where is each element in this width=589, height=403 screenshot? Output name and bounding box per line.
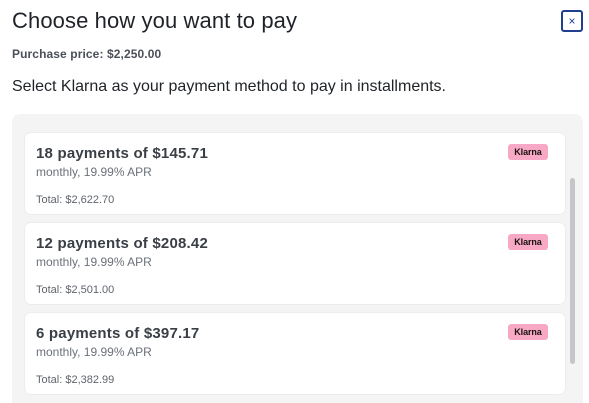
klarna-logo-badge: Klarna xyxy=(508,234,548,250)
options-scrollbar[interactable] xyxy=(568,176,576,366)
installment-option-6[interactable]: 6 payments of $397.17 monthly, 19.99% AP… xyxy=(25,313,565,394)
klarna-logo-badge: Klarna xyxy=(508,324,548,340)
close-button[interactable] xyxy=(561,10,583,32)
option-total: Total: $2,501.00 xyxy=(36,284,115,296)
scrollbar-thumb[interactable] xyxy=(570,178,575,364)
option-terms: monthly, 19.99% APR xyxy=(36,255,152,269)
klarna-logo-badge: Klarna xyxy=(508,144,548,160)
instructions-text: Select Klarna as your payment method to … xyxy=(12,78,446,95)
installment-option-18[interactable]: 18 payments of $145.71 monthly, 19.99% A… xyxy=(25,133,565,214)
option-total: Total: $2,622.70 xyxy=(36,194,115,206)
dialog-title: Choose how you want to pay xyxy=(12,8,298,33)
option-heading: 18 payments of $145.71 xyxy=(36,145,208,162)
installment-options-list: 18 payments of $145.71 monthly, 19.99% A… xyxy=(12,114,583,403)
option-heading: 6 payments of $397.17 xyxy=(36,325,200,342)
purchase-price: Purchase price: $2,250.00 xyxy=(12,47,162,61)
option-terms: monthly, 19.99% APR xyxy=(36,165,152,179)
installment-option-12[interactable]: 12 payments of $208.42 monthly, 19.99% A… xyxy=(25,223,565,304)
option-total: Total: $2,382.99 xyxy=(36,374,115,386)
payment-dialog: Choose how you want to pay Purchase pric… xyxy=(0,0,589,403)
close-x-icon xyxy=(569,18,575,24)
option-heading: 12 payments of $208.42 xyxy=(36,235,208,252)
option-terms: monthly, 19.99% APR xyxy=(36,345,152,359)
